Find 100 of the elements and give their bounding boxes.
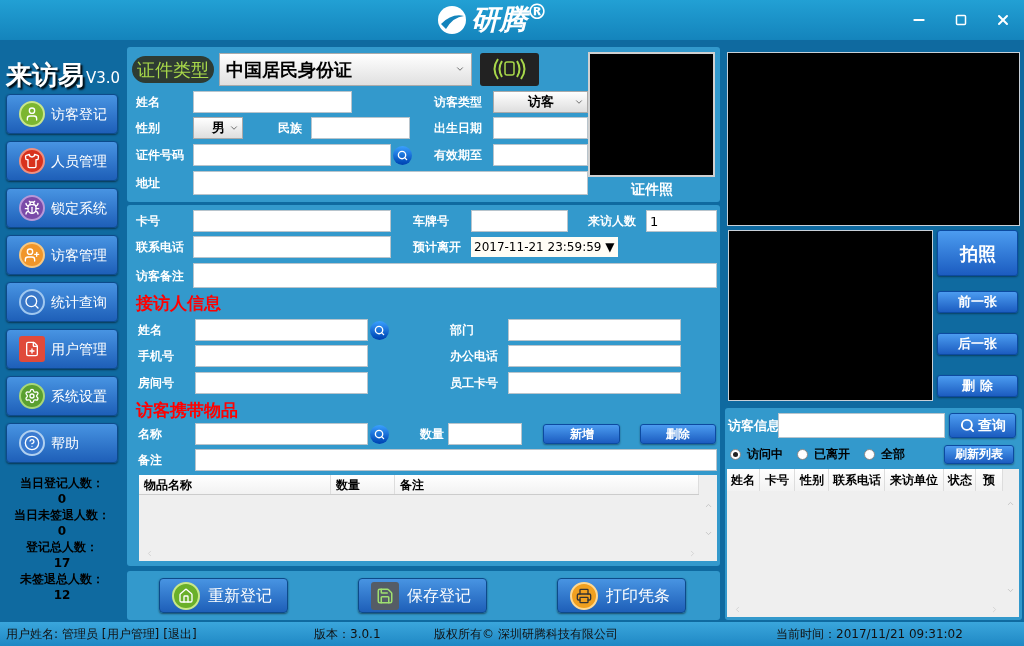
action-button[interactable]: 重新登记 — [159, 578, 288, 613]
scroll-up-icon[interactable] — [704, 501, 713, 510]
field-label: 访客备注 — [135, 267, 185, 285]
address-field[interactable] — [193, 171, 588, 195]
field-label: 联系电话 — [134, 239, 185, 256]
filter-radio[interactable]: 已离开 — [797, 445, 850, 463]
search-icon[interactable] — [393, 145, 412, 165]
action-button[interactable]: 保存登记 — [358, 578, 487, 613]
column-header[interactable]: 卡号 — [760, 469, 795, 491]
gender-select[interactable]: 男 — [193, 117, 243, 139]
card-number-field[interactable] — [193, 210, 391, 232]
column-header[interactable]: 物品名称 — [139, 475, 331, 494]
sidebar-item-label: 统计查询 — [51, 292, 107, 312]
column-header[interactable]: 备注 — [395, 475, 699, 494]
status-link[interactable]: [退出] — [163, 625, 197, 643]
column-header[interactable]: 数量 — [331, 475, 395, 494]
visitor-count-field[interactable]: 1 — [646, 210, 717, 232]
card-reader-icon[interactable] — [480, 52, 539, 86]
plate-field[interactable] — [471, 210, 568, 232]
field-label: 备注 — [137, 452, 163, 469]
sidebar-item-label: 用户管理 — [51, 339, 107, 359]
delete-photo-button[interactable]: 删 除 — [937, 375, 1018, 397]
sidebar-item-label: 系统设置 — [51, 386, 107, 406]
name-field[interactable] — [193, 91, 352, 113]
scroll-up-icon[interactable] — [1006, 499, 1015, 508]
scroll-down-icon[interactable] — [704, 529, 713, 538]
stat-value: 0 — [57, 491, 67, 507]
sidebar-item[interactable]: 帮助 — [6, 423, 118, 463]
field-label: 房间号 — [137, 375, 175, 392]
sidebar-item[interactable]: 用户管理 — [6, 329, 118, 369]
column-header[interactable]: 性别 — [795, 469, 829, 491]
field-label: 办公电话 — [450, 348, 499, 365]
search-icon[interactable] — [370, 424, 389, 444]
field-label: 数量 — [420, 426, 445, 443]
column-header[interactable]: 来访单位 — [885, 469, 944, 491]
version-text: 版本：3.0.1 — [314, 626, 382, 643]
user-name: 用户姓名: 管理员 — [6, 626, 98, 643]
sidebar-item[interactable]: 人员管理 — [6, 141, 118, 181]
column-header[interactable]: 联系电话 — [829, 469, 885, 491]
section-title: 访客携带物品 — [134, 399, 238, 421]
search-icon[interactable] — [370, 320, 389, 340]
visitor-type-select[interactable]: 访客 — [493, 91, 588, 113]
sidebar-item[interactable]: 访客登记 — [6, 94, 118, 134]
column-header[interactable]: 姓名 — [727, 469, 760, 491]
shirt-icon — [19, 148, 45, 174]
visitor-remark-field[interactable] — [193, 263, 717, 288]
room-field[interactable] — [195, 372, 368, 394]
sidebar-item[interactable]: 系统设置 — [6, 376, 118, 416]
id-type-tag: 证件类型 — [132, 55, 214, 83]
birth-date-field[interactable] — [493, 117, 588, 139]
expiry-date-field[interactable] — [493, 144, 588, 166]
field-label: 姓名 — [137, 322, 163, 339]
app-name: 来访易 — [6, 62, 84, 88]
id-number-field[interactable] — [193, 144, 391, 166]
sidebar-item-label: 锁定系统 — [51, 198, 107, 218]
host-name-field[interactable] — [195, 319, 368, 341]
sidebar-item-label: 访客管理 — [51, 245, 107, 265]
stat-label: 当日未签退人数： — [14, 507, 110, 523]
quantity-field[interactable] — [448, 423, 522, 445]
phone-field[interactable] — [193, 236, 391, 258]
ethnicity-field[interactable] — [311, 117, 410, 139]
search-button[interactable]: 查询 — [949, 413, 1016, 438]
action-button[interactable]: 打印凭条 — [557, 578, 686, 613]
stat-value: 12 — [53, 587, 71, 603]
column-header[interactable]: 预 — [976, 469, 1003, 491]
add-button[interactable]: 新增 — [543, 424, 620, 444]
staff-card-field[interactable] — [508, 372, 681, 394]
field-label: 手机号 — [137, 348, 175, 365]
filter-label: 已离开 — [814, 446, 850, 463]
chevron-icon — [229, 123, 239, 133]
status-link[interactable]: [用户管理] — [101, 625, 160, 643]
shoot-button[interactable]: 拍照 — [937, 230, 1018, 276]
item-remark-field[interactable] — [195, 449, 717, 471]
field-label: 访客类型 — [434, 94, 483, 111]
delete-button[interactable]: 删除 — [640, 424, 716, 444]
field-label: 员工卡号 — [450, 375, 499, 392]
visitor-search-field[interactable] — [778, 413, 945, 438]
sidebar-item[interactable]: 锁定系统 — [6, 188, 118, 228]
filter-radio[interactable]: 访问中 — [730, 445, 783, 463]
previous-button[interactable]: 前一张 — [937, 291, 1018, 313]
app-version: V3.0 — [86, 71, 121, 86]
id-type-select[interactable]: 中国居民身份证 — [219, 52, 472, 86]
filter-radio[interactable]: 全部 — [864, 445, 905, 463]
filter-label: 全部 — [881, 446, 905, 463]
field-label: 地址 — [134, 175, 161, 192]
leave-time-picker[interactable]: 2017-11-21 23:59:59 ▼ — [471, 237, 618, 257]
sidebar-item[interactable]: 访客管理 — [6, 235, 118, 275]
current-time: 当前时间：2017/11/21 09:31:02 — [776, 626, 963, 643]
scroll-down-icon[interactable] — [1006, 586, 1015, 595]
office-phone-field[interactable] — [508, 345, 681, 367]
next-button[interactable]: 后一张 — [937, 333, 1018, 355]
sidebar-item-label: 人员管理 — [51, 151, 107, 171]
department-field[interactable] — [508, 319, 681, 341]
sidebar-item[interactable]: 统计查询 — [6, 282, 118, 322]
sidebar-item-label: 帮助 — [51, 433, 79, 453]
item-name-field[interactable] — [195, 423, 368, 445]
filter-label: 访问中 — [747, 446, 783, 463]
refresh-button[interactable]: 刷新列表 — [944, 444, 1014, 464]
mobile-field[interactable] — [195, 345, 368, 367]
column-header[interactable]: 状态 — [944, 469, 976, 491]
